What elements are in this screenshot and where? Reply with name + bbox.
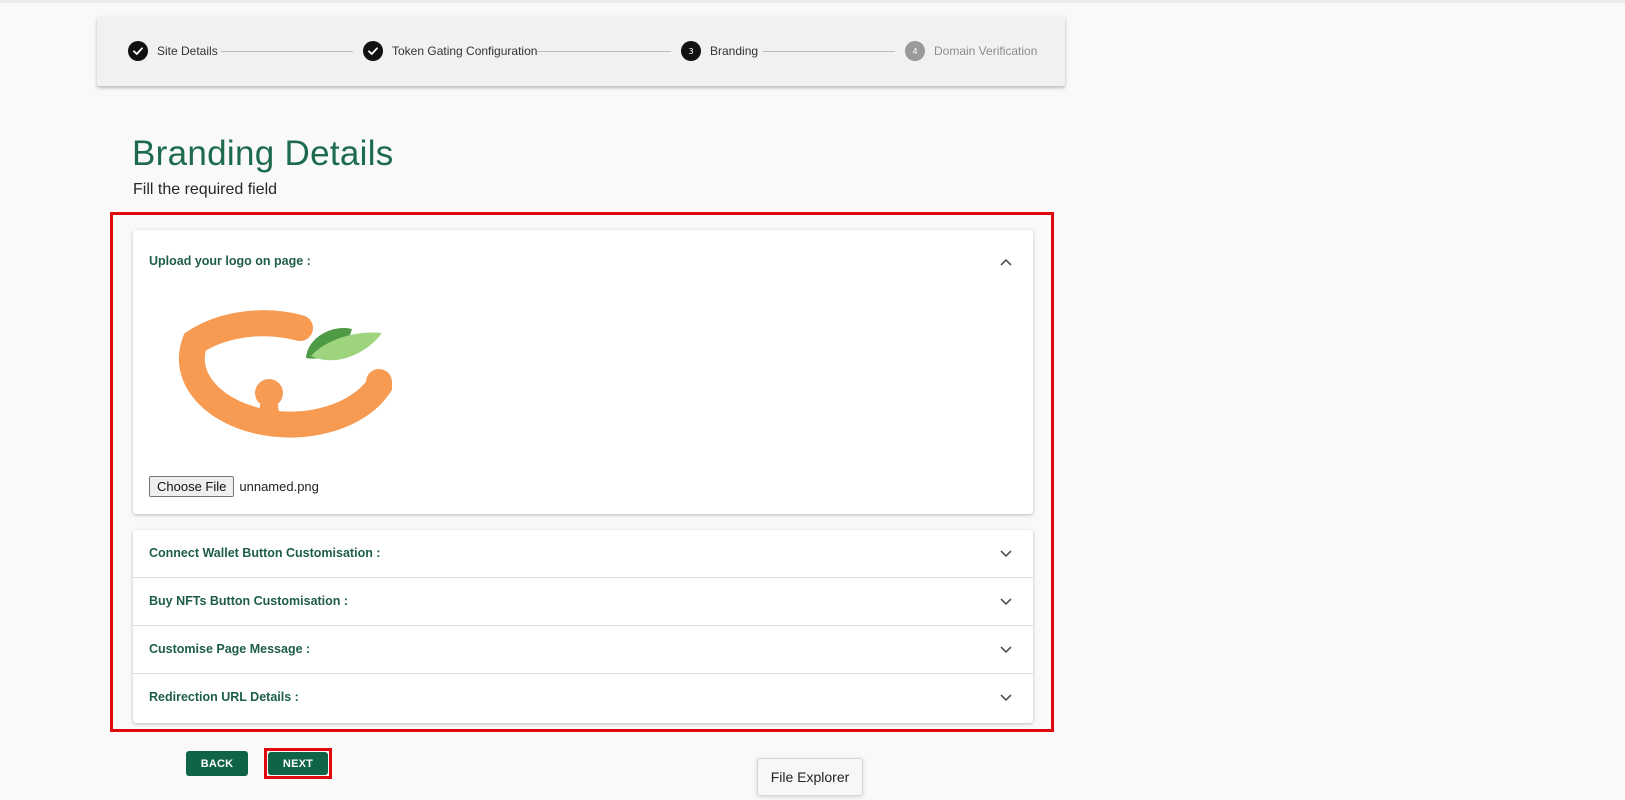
step-label: Branding [710,44,759,58]
back-button[interactable]: BACK [186,751,248,776]
step-site-details[interactable]: Site Details [128,40,218,62]
next-button[interactable]: NEXT [268,752,328,775]
step-number: 4 [905,41,925,61]
page-title: Branding Details [132,134,394,173]
step-label: Token Gating Configuration [392,44,538,58]
top-divider [0,0,1625,3]
step-number: 3 [681,41,701,61]
step-domain-verification[interactable]: 4 Domain Verification [905,40,1037,62]
step-connector [763,51,895,52]
check-icon [128,41,148,61]
step-label: Site Details [157,44,218,58]
step-label: Domain Verification [934,44,1038,58]
step-branding[interactable]: 3 Branding [681,40,758,62]
progress-stepper: Site Details Token Gating Configuration … [97,16,1065,86]
step-connector [537,51,671,52]
step-connector [221,51,353,52]
page-subtitle: Fill the required field [133,181,278,198]
step-token-gating-configuration[interactable]: Token Gating Configuration [363,40,537,62]
file-explorer-tooltip: File Explorer [757,758,863,796]
check-icon [363,41,383,61]
highlight-box [110,212,1054,732]
